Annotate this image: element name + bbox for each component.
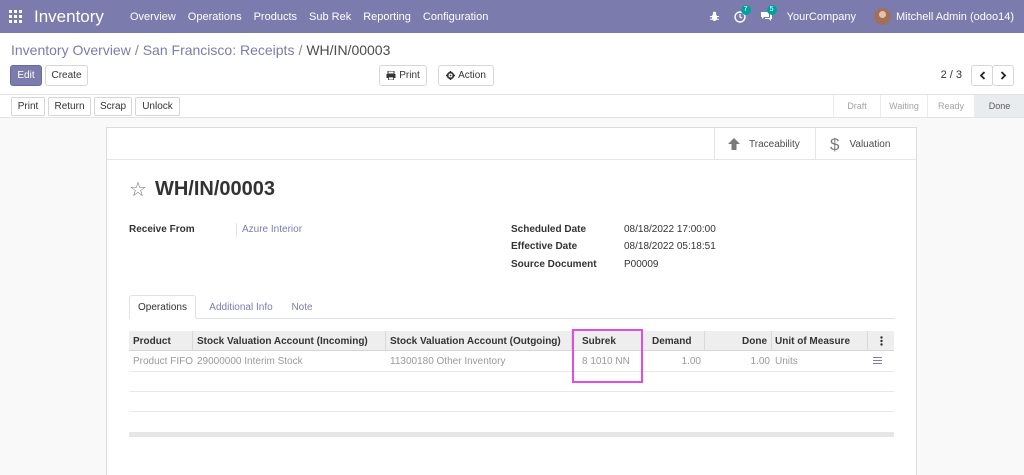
chevron-left-icon (979, 71, 985, 80)
control-panel: Inventory Overview / San Francisco: Receip… (0, 33, 1024, 94)
bug-icon[interactable] (709, 11, 720, 22)
chevron-right-icon (1000, 71, 1006, 80)
receive-from-label: Receive From (129, 224, 195, 235)
breadcrumb: Inventory Overview / San Francisco: Receip… (11, 42, 390, 58)
tab-note[interactable]: Note (285, 295, 319, 319)
cell-outgoing-account: 11300180 Other Inventory (390, 356, 506, 367)
message-count-badge: 5 (766, 5, 777, 15)
action-label: Action (458, 70, 486, 81)
pager-previous-button[interactable] (971, 65, 993, 86)
company-switcher[interactable]: YourCompany (787, 11, 856, 23)
navbar-systray: 7 5 YourCompany Mitchell Admin (odoo14) (709, 0, 1024, 33)
column-stock-valuation-incoming[interactable]: Stock Valuation Account (Incoming) (193, 331, 386, 351)
print-label: Print (399, 70, 420, 81)
menu-products[interactable]: Products (254, 11, 297, 23)
column-demand[interactable]: Demand (642, 331, 705, 351)
kebab-menu-icon (879, 336, 883, 346)
activity-clock-icon[interactable]: 7 (733, 4, 751, 23)
pager-value[interactable]: 2 / 3 (941, 69, 962, 81)
field-divider (236, 223, 237, 237)
detailed-operations-button[interactable] (873, 351, 882, 372)
menu-operations[interactable]: Operations (188, 11, 242, 23)
print-button[interactable]: Print (11, 97, 45, 116)
column-product[interactable]: Product (129, 331, 193, 351)
menu-overview[interactable]: Overview (130, 11, 176, 23)
table-empty-row (129, 412, 894, 432)
breadcrumb-separator: / (298, 42, 303, 58)
valuation-label: Valuation (849, 138, 891, 150)
column-done[interactable]: Done (705, 331, 772, 351)
breadcrumb-inventory-overview[interactable]: Inventory Overview (11, 42, 131, 58)
apps-menu-icon[interactable] (9, 9, 23, 24)
menu-sub-rek[interactable]: Sub Rek (309, 11, 351, 23)
form-sheet: Traceability $ Valuation ☆ WH/IN/00003 R… (106, 127, 917, 475)
traceability-label: Traceability (749, 138, 800, 150)
status-bar: Print Return Scrap Unlock Draft Waiting … (0, 94, 1024, 118)
create-button[interactable]: Create (45, 65, 88, 86)
edit-button[interactable]: Edit (10, 65, 42, 86)
action-dropdown-button[interactable]: Action (438, 65, 494, 86)
list-icon (873, 357, 882, 366)
record-title: WH/IN/00003 (154, 178, 275, 200)
record-title-row: ☆ WH/IN/00003 (129, 178, 275, 201)
gear-icon (446, 71, 456, 80)
table-header: Product Stock Valuation Account (Incomin… (129, 331, 894, 351)
table-row[interactable]: Product FIFO 29000000 Interim Stock 1130… (129, 351, 894, 372)
breadcrumb-current: WH/IN/00003 (306, 42, 391, 58)
notebook-tabs: Operations Additional Info Note (129, 295, 895, 319)
pager-next-button[interactable] (992, 65, 1014, 86)
cell-subrek: 8 1010 NN (582, 356, 630, 367)
optional-columns-toggle[interactable] (868, 331, 894, 351)
stage-waiting: Waiting (880, 95, 927, 117)
main-menu: Overview Operations Products Sub Rek Rep… (130, 11, 500, 23)
breadcrumb-separator: / (134, 42, 139, 58)
messages-icon[interactable]: 5 (760, 5, 777, 22)
source-document-value: P00009 (624, 259, 659, 270)
column-unit-of-measure[interactable]: Unit of Measure (772, 331, 868, 351)
activity-count-badge: 7 (740, 4, 751, 15)
table-footer (129, 432, 894, 437)
scrap-button[interactable]: Scrap (94, 97, 132, 116)
unlock-button[interactable]: Unlock (135, 97, 180, 116)
effective-date-label: Effective Date (511, 241, 578, 252)
dollar-icon: $ (830, 134, 840, 154)
stage-pipeline: Draft Waiting Ready Done (833, 95, 1024, 117)
cell-uom: Units (775, 356, 798, 367)
stage-ready: Ready (927, 95, 974, 117)
traceability-smart-button[interactable]: Traceability (714, 128, 815, 160)
stage-done: Done (974, 95, 1024, 117)
menu-configuration[interactable]: Configuration (423, 11, 488, 23)
operations-table: Product Stock Valuation Account (Incomin… (129, 331, 894, 437)
tab-operations[interactable]: Operations (129, 295, 196, 319)
top-navbar: Inventory Overview Operations Products S… (0, 0, 1024, 33)
smart-button-box: Traceability $ Valuation (107, 128, 916, 160)
table-empty-row (129, 392, 894, 412)
effective-date-value: 08/18/2022 05:18:51 (624, 241, 716, 252)
user-menu[interactable]: Mitchell Admin (odoo14) (896, 11, 1014, 23)
app-name[interactable]: Inventory (34, 7, 104, 27)
column-subrek[interactable]: Subrek (572, 331, 642, 351)
cell-demand: 1.00 (681, 356, 701, 367)
cell-done: 1.00 (750, 356, 770, 367)
tab-additional-info[interactable]: Additional Info (199, 295, 283, 319)
menu-reporting[interactable]: Reporting (363, 11, 411, 23)
cell-incoming-account: 29000000 Interim Stock (197, 356, 303, 367)
star-icon[interactable]: ☆ (129, 180, 147, 200)
arrow-up-icon (728, 138, 740, 150)
scheduled-date-value: 08/18/2022 17:00:00 (624, 224, 716, 235)
stage-draft: Draft (833, 95, 880, 117)
source-document-label: Source Document (511, 259, 597, 270)
valuation-smart-button[interactable]: $ Valuation (815, 128, 916, 160)
breadcrumb-receipts[interactable]: San Francisco: Receipts (143, 42, 295, 58)
printer-icon (386, 71, 396, 80)
column-stock-valuation-outgoing[interactable]: Stock Valuation Account (Outgoing) (386, 331, 572, 351)
table-empty-row (129, 372, 894, 392)
scheduled-date-label: Scheduled Date (511, 224, 587, 235)
user-avatar[interactable] (873, 8, 891, 25)
return-button[interactable]: Return (48, 97, 91, 116)
print-dropdown-button[interactable]: Print (379, 65, 427, 86)
receive-from-value[interactable]: Azure Interior (242, 224, 302, 235)
cell-product: Product FIFO (133, 356, 194, 367)
